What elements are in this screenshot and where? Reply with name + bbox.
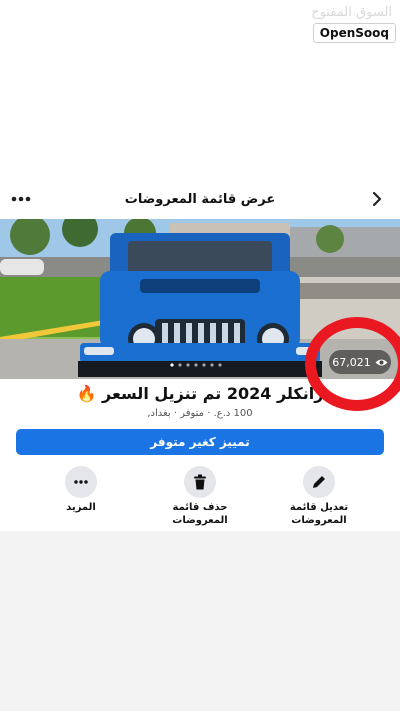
- more-horizontal-icon: [74, 480, 88, 484]
- page-footer-area: [0, 531, 400, 711]
- more-options-button[interactable]: [10, 188, 32, 210]
- pencil-icon: [313, 476, 325, 488]
- watermark-arabic: السوق المفتوح: [311, 5, 392, 20]
- more-icon-circle: [65, 466, 97, 498]
- chevron-left-icon: [372, 191, 382, 207]
- more-actions-label: المزيد: [66, 502, 96, 513]
- delete-listing-button[interactable]: حذف قائمة المعروضات: [155, 466, 245, 527]
- back-button[interactable]: [366, 188, 388, 210]
- delete-icon-circle: [184, 466, 216, 498]
- trash-icon: [194, 474, 206, 490]
- edit-listing-button[interactable]: تعديل قائمة المعروضات: [274, 466, 364, 527]
- highlight-circle: [305, 317, 400, 411]
- page-header: عرض قائمة المعروضات: [0, 182, 400, 216]
- delete-listing-label: حذف قائمة المعروضات: [172, 502, 228, 526]
- more-horizontal-icon: [11, 196, 31, 202]
- edit-listing-label: تعديل قائمة المعروضات: [289, 502, 349, 526]
- more-actions-button[interactable]: المزيد: [36, 466, 126, 514]
- mark-unavailable-button[interactable]: تمييز كغير متوفر: [16, 429, 384, 455]
- edit-icon-circle: [303, 466, 335, 498]
- listing-subtitle: 100 د.ع. · متوفر · بغداد,: [147, 408, 253, 419]
- opensooq-watermark: السوق المفتوح OpenSooq: [300, 4, 396, 43]
- page-title: عرض قائمة المعروضات: [124, 191, 276, 207]
- watermark-logo: OpenSooq: [312, 23, 396, 43]
